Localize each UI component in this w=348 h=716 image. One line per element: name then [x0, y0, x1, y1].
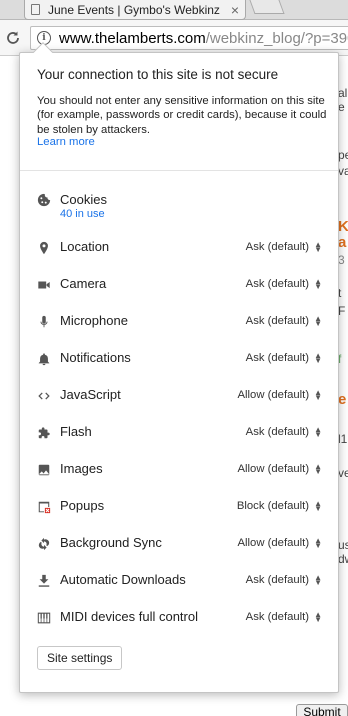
permission-select-images[interactable]: Allow (default) ▲ ▼: [237, 462, 323, 476]
location-pin-icon: [36, 240, 52, 256]
permission-label-location: Location: [60, 239, 110, 254]
permission-value: Ask (default): [245, 611, 310, 623]
site-info-popup: Your connection to this site is not secu…: [19, 42, 339, 693]
permission-value: Ask (default): [245, 574, 310, 586]
permission-select-popups[interactable]: Block (default) ▲ ▼: [236, 499, 322, 513]
updown-chevron-icon: ▲ ▼: [314, 499, 322, 513]
updown-chevron-icon: ▲ ▼: [314, 462, 322, 476]
sync-icon: [36, 536, 52, 552]
reload-icon[interactable]: [4, 29, 22, 47]
permission-label-camera: Camera: [60, 276, 107, 291]
updown-chevron-icon: ▲ ▼: [314, 314, 322, 328]
permission-value: Ask (default): [245, 352, 310, 364]
permission-label-images: Images: [60, 461, 103, 476]
security-title: Your connection to this site is not secu…: [37, 67, 279, 82]
updown-chevron-icon: ▲ ▼: [314, 351, 322, 365]
puzzle-icon: [36, 425, 52, 441]
updown-chevron-icon: ▲ ▼: [314, 573, 322, 587]
popup-blocked-icon: [36, 499, 52, 515]
permission-select-flash[interactable]: Ask (default) ▲ ▼: [245, 425, 322, 439]
learn-more-link[interactable]: Learn more: [37, 136, 95, 148]
permission-label-microphone: Microphone: [60, 313, 128, 328]
updown-chevron-icon: ▲ ▼: [314, 536, 322, 550]
permission-value: Ask (default): [245, 426, 310, 438]
cookies-count-link[interactable]: 40 in use: [60, 208, 105, 220]
updown-chevron-icon: ▲ ▼: [314, 425, 322, 439]
address-bar[interactable]: i www.thelamberts.com/webkinz_blog/?p=39…: [30, 26, 348, 50]
permission-label-popups: Popups: [60, 498, 105, 513]
updown-chevron-icon: ▲ ▼: [314, 388, 322, 402]
new-tab-button[interactable]: [249, 0, 285, 14]
permission-value: Allow (default): [237, 463, 310, 475]
updown-chevron-icon: ▲ ▼: [314, 610, 322, 624]
cookies-label[interactable]: Cookies: [60, 192, 107, 207]
permission-value: Ask (default): [245, 278, 310, 290]
updown-chevron-icon: ▲ ▼: [314, 240, 322, 254]
security-description: You should not enter any sensitive infor…: [37, 95, 327, 136]
document-icon: [31, 4, 40, 15]
tab-title: June Events | Gymbo's Webkinz: [48, 2, 220, 17]
permission-label-midi-devices-full-control: MIDI devices full control: [60, 609, 198, 624]
microphone-icon: [36, 314, 52, 330]
permission-label-automatic-downloads: Automatic Downloads: [60, 572, 186, 587]
image-icon: [36, 462, 52, 478]
cookie-icon: [36, 192, 52, 208]
permission-select-notifications[interactable]: Ask (default) ▲ ▼: [245, 351, 322, 365]
browser-tab[interactable]: June Events | Gymbo's Webkinz ×: [24, 0, 246, 20]
tab-strip: June Events | Gymbo's Webkinz ×: [0, 0, 348, 20]
permission-select-midi-devices-full-control[interactable]: Ask (default) ▲ ▼: [245, 610, 322, 624]
updown-chevron-icon: ▲ ▼: [314, 277, 322, 291]
code-brackets-icon: [36, 388, 52, 404]
permission-select-microphone[interactable]: Ask (default) ▲ ▼: [245, 314, 322, 328]
piano-keys-icon: [36, 610, 52, 626]
permission-label-javascript: JavaScript: [60, 387, 121, 402]
permission-value: Block (default): [236, 500, 310, 512]
permission-label-flash: Flash: [60, 424, 92, 439]
permission-label-background-sync: Background Sync: [60, 535, 162, 550]
site-settings-button[interactable]: Site settings: [37, 646, 123, 670]
submit-button[interactable]: Submit C: [296, 704, 348, 716]
url-text: www.thelamberts.com/webkinz_blog/?p=390: [59, 29, 348, 47]
permission-value: Allow (default): [237, 389, 310, 401]
divider: [20, 170, 338, 171]
permission-value: Ask (default): [245, 315, 310, 327]
download-icon: [36, 573, 52, 589]
permission-value: Allow (default): [237, 537, 310, 549]
permission-value: Ask (default): [245, 241, 310, 253]
bell-icon: [36, 351, 52, 367]
permission-select-background-sync[interactable]: Allow (default) ▲ ▼: [237, 536, 323, 550]
permission-select-camera[interactable]: Ask (default) ▲ ▼: [245, 277, 322, 291]
background-page: al e pe va K a 3 t F f e l1 ve us dw: [338, 86, 348, 566]
close-icon[interactable]: ×: [231, 3, 239, 17]
permission-select-automatic-downloads[interactable]: Ask (default) ▲ ▼: [245, 573, 322, 587]
permission-label-notifications: Notifications: [60, 350, 131, 365]
permission-select-javascript[interactable]: Allow (default) ▲ ▼: [237, 388, 323, 402]
camera-icon: [36, 277, 52, 293]
permission-select-location[interactable]: Ask (default) ▲ ▼: [245, 240, 322, 254]
